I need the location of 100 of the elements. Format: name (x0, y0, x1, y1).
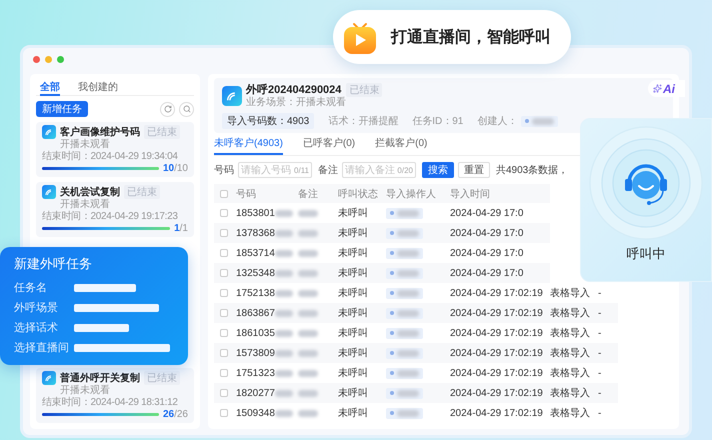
redacted-text (298, 310, 318, 316)
end-time: 结束时间：2024-04-29 19:17:23 (42, 211, 179, 223)
redacted-chip (386, 288, 423, 298)
headset-icon (625, 164, 667, 205)
redacted-text (274, 230, 293, 236)
checkbox[interactable] (220, 190, 228, 198)
search-icon (182, 105, 190, 113)
app-icon (222, 86, 242, 106)
search-button[interactable]: 搜索 (422, 162, 454, 178)
sidebar-tab[interactable]: 全部 (40, 80, 60, 96)
redacted-text (298, 230, 318, 236)
banner-title: 打通直播间，智能呼叫 (391, 27, 551, 48)
redacted-chip (521, 116, 558, 126)
checkbox[interactable] (220, 209, 228, 217)
checkbox[interactable] (220, 229, 228, 237)
status-badge: 已结束 (346, 82, 382, 96)
checkbox[interactable] (220, 309, 228, 317)
redacted-chip (386, 348, 423, 358)
end-time: 结束时间：2024-04-29 19:34:04 (42, 151, 179, 163)
task-scene: 开播未观看 (60, 139, 111, 150)
redacted-text (298, 410, 318, 416)
input-field[interactable] (74, 324, 129, 332)
table-cell: 未呼叫 (338, 263, 386, 283)
redacted-text (298, 210, 318, 216)
redacted-text (274, 390, 293, 396)
checkbox[interactable] (220, 329, 228, 337)
phone-number: 1378368 (236, 228, 275, 238)
tab[interactable]: 已呼客户(0) (302, 136, 356, 155)
tab[interactable]: 拦截客户(0) (375, 136, 428, 155)
checkbox[interactable] (220, 409, 228, 417)
redacted-text (298, 250, 318, 256)
redacted-text (274, 350, 293, 356)
phone-number: 1853801 (236, 208, 275, 218)
table-cell: - (598, 343, 618, 363)
app-icon (42, 371, 56, 385)
filter-label: 备注 (318, 164, 338, 177)
checkbox[interactable] (220, 349, 228, 357)
redacted-text (298, 350, 318, 356)
reset-button[interactable]: 重置 (458, 162, 490, 178)
task-card[interactable]: 普通外呼开关复制 已结束 开播未观看 结束时间：2024-04-29 18:31:12 26/26 (36, 368, 194, 423)
redacted-chip (386, 208, 423, 218)
task-card[interactable]: 关机尝试复制 已结束 开播未观看 结束时间：2024-04-29 19:17:23 1/1 (36, 182, 194, 237)
progress-total: /10 (174, 163, 188, 174)
column-header: 号码 (236, 184, 298, 203)
filter-label: 号码 (214, 164, 234, 177)
checkbox[interactable] (220, 249, 228, 257)
redacted-text (298, 270, 318, 276)
phone-number: 1573809 (236, 348, 275, 358)
task-title: 外呼202404290024 (246, 82, 342, 96)
redacted-text (298, 370, 318, 376)
sidebar-tab[interactable]: 我创建的 (78, 80, 118, 96)
app-icon (42, 125, 56, 139)
table-cell: - (598, 383, 618, 403)
input-field[interactable] (74, 344, 170, 352)
table-cell: - (598, 303, 618, 323)
refresh-button[interactable] (160, 102, 175, 116)
total-count: 共4903条数据， (496, 164, 568, 177)
table-cell: 表格导入 (550, 383, 598, 403)
redacted-chip (386, 408, 423, 418)
checkbox[interactable] (220, 289, 228, 297)
field-label: 任务名 (14, 281, 48, 295)
redacted-chip (386, 308, 423, 318)
redacted-chip (386, 368, 423, 378)
redacted-text (274, 250, 293, 256)
redacted-text (274, 330, 293, 336)
phone-number: 1509348 (236, 408, 275, 418)
table-cell: 未呼叫 (338, 343, 386, 363)
table-cell: 2024-04-29 17:02:19 (450, 343, 550, 363)
checkbox[interactable] (220, 389, 228, 397)
column-header: 导入时间 (450, 184, 550, 203)
status-badge: 已结束 (124, 185, 160, 199)
checkbox[interactable] (220, 369, 228, 377)
input-field[interactable] (74, 284, 136, 292)
checkbox[interactable] (220, 269, 228, 277)
field-label: 选择话术 (14, 321, 59, 335)
ai-badge[interactable]: Ai (648, 80, 685, 97)
task-scene: 业务场景：开播未观看 (246, 97, 347, 109)
dialog-title: 新建外呼任务 (14, 255, 93, 273)
close-dot-icon[interactable] (33, 56, 40, 62)
table-cell: 2024-04-29 17:0 (450, 223, 550, 243)
phone-number: 1863867 (236, 308, 275, 318)
search-button[interactable] (179, 102, 194, 116)
redacted-text (274, 410, 293, 416)
maximize-dot-icon[interactable] (57, 56, 64, 62)
phone-number: 1853714 (236, 248, 275, 258)
field-label: 选择直播间 (14, 341, 70, 355)
progress-total: /26 (174, 409, 188, 420)
stat-chip: 导入号码数：4903 (222, 113, 314, 129)
add-task-button[interactable]: 新增任务 (36, 101, 88, 117)
sparkle-icon (653, 84, 662, 93)
phone-number: 1752138 (236, 288, 275, 298)
input-field[interactable] (74, 304, 159, 312)
progress-total: /1 (180, 223, 188, 234)
redacted-chip (386, 228, 423, 238)
stat-text: 话术：开播提醒 (328, 114, 398, 128)
progress-count: 1 (174, 223, 180, 234)
task-scene: 开播未观看 (60, 199, 111, 210)
task-card[interactable]: 客户画像维护号码 已结束 开播未观看 结束时间：2024-04-29 19:34:04 10/10 (36, 122, 194, 177)
tab[interactable]: 未呼客户(4903) (214, 136, 283, 155)
minimize-dot-icon[interactable] (45, 56, 52, 62)
